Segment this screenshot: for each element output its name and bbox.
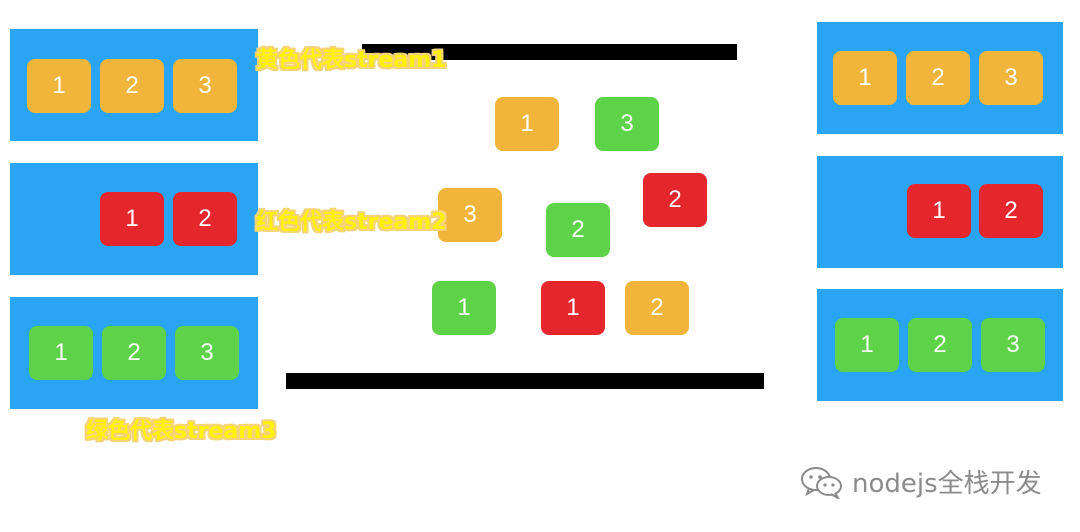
- stream3-label: 绿色代表stream3: [86, 419, 277, 444]
- left-stream2-panel: 1 2: [10, 163, 258, 275]
- left-stream3-panel: 1 2 3: [10, 297, 258, 409]
- right-stream1-panel: 1 2 3: [817, 22, 1063, 134]
- right-stream2-tile-1: 1: [907, 184, 971, 238]
- left-stream1-tile-2: 2: [100, 59, 164, 113]
- middle-packet-yellow-1: 1: [495, 97, 559, 151]
- middle-packet-green-3: 3: [595, 97, 659, 151]
- middle-packet-green-2: 2: [546, 203, 610, 257]
- left-stream3-tile-2: 2: [102, 326, 166, 380]
- right-stream1-tile-3: 3: [979, 51, 1043, 105]
- right-stream3-panel: 1 2 3: [817, 289, 1063, 401]
- left-stream2-tile-1: 1: [100, 192, 164, 246]
- left-stream2-tile-2: 2: [173, 192, 237, 246]
- watermark-text: nodejs全栈开发: [852, 469, 1042, 499]
- left-stream1-tile-3: 3: [173, 59, 237, 113]
- stream1-label: 黄色代表stream1: [256, 48, 447, 73]
- middle-packet-yellow-3: 3: [438, 188, 502, 242]
- right-stream3-tile-1: 1: [835, 318, 899, 372]
- left-stream1-panel: 1 2 3: [10, 29, 258, 141]
- right-stream2-tile-2: 2: [979, 184, 1043, 238]
- stream2-label: 红色代表stream2: [256, 210, 447, 235]
- middle-packet-yellow-2: 2: [625, 281, 689, 335]
- right-stream3-tile-2: 2: [908, 318, 972, 372]
- right-stream3-tile-3: 3: [981, 318, 1045, 372]
- watermark: nodejs全栈开发: [800, 463, 1042, 500]
- middle-packet-red-1: 1: [541, 281, 605, 335]
- wechat-icon: [801, 466, 842, 499]
- right-stream1-tile-1: 1: [833, 51, 897, 105]
- middle-packet-green-1: 1: [432, 281, 496, 335]
- left-stream3-tile-3: 3: [175, 326, 239, 380]
- middle-packet-red-2: 2: [643, 173, 707, 227]
- bottom-channel-bar: [286, 373, 764, 389]
- right-stream2-panel: 1 2: [817, 156, 1063, 268]
- left-stream1-tile-1: 1: [27, 59, 91, 113]
- left-stream3-tile-1: 1: [29, 326, 93, 380]
- right-stream1-tile-2: 2: [906, 51, 970, 105]
